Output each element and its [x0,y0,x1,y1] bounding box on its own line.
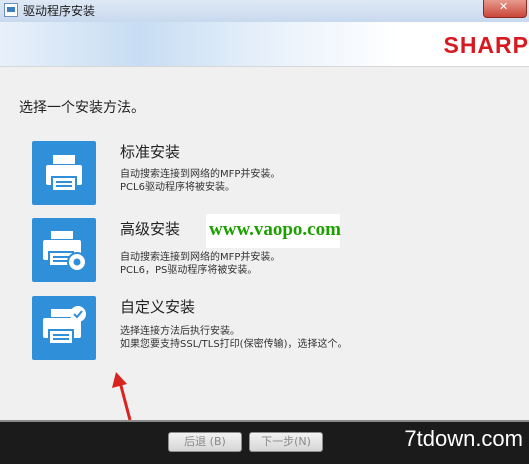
option-title: 自定义安装 [120,298,196,316]
printer-settings-icon[interactable] [32,218,96,282]
app-icon [4,3,18,17]
page-heading: 选择一个安装方法。 [19,100,145,116]
option-description: PCL6驱动程序将被安装。 [120,182,235,193]
option-description: 如果您要支持SSL/TLS打印(保密传输)，选择这个。 [120,339,348,350]
title-bar: 驱动程序安装 [0,0,529,23]
watermark: www.vaopo.com [206,214,341,248]
footer-divider [0,420,529,422]
header-banner: SHARP [0,22,529,67]
red-arrow-annotation [112,372,132,421]
header-decoration [0,22,400,66]
printer-icon[interactable] [32,141,96,205]
brand-logo: SHARP [443,32,529,58]
option-standard-install[interactable]: 标准安装 自动搜索连接到网络的MFP并安装。 PCL6驱动程序将被安装。 [32,141,502,207]
printer-check-icon[interactable] [32,296,96,360]
option-custom-install[interactable]: 自定义安装 选择连接方法后执行安装。 如果您要支持SSL/TLS打印(保密传输)… [32,296,502,362]
option-description: PCL6，PS驱动程序将被安装。 [120,265,258,276]
option-title: 高级安装 [120,220,181,238]
next-button[interactable]: 下一步(N) [249,432,323,452]
site-watermark: 7tdown.com [404,426,523,451]
footer-bar: 后退 (B) 下一步(N) 7tdown.com [0,420,529,464]
close-button[interactable] [483,0,527,18]
back-button[interactable]: 后退 (B) [168,432,242,452]
option-title: 标准安装 [120,143,181,161]
watermark-text: www.vaopo.com [209,219,341,240]
window-title: 驱动程序安装 [23,4,96,18]
